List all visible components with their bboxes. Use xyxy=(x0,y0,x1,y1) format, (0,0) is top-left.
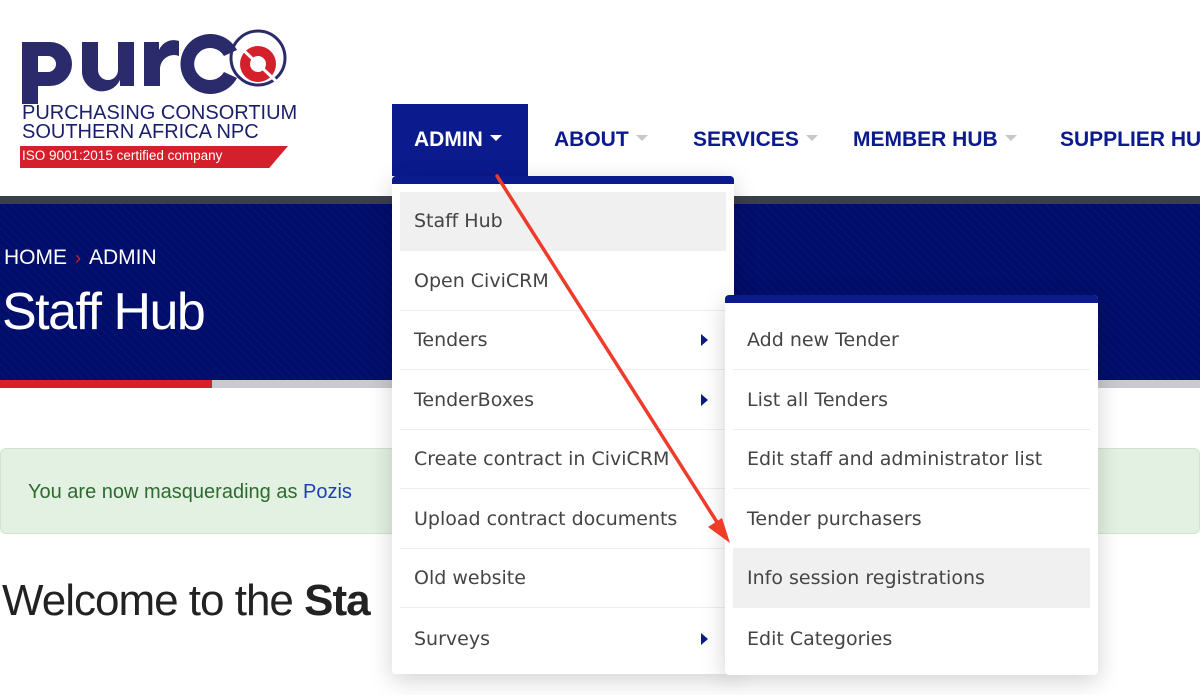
alert-message: You are now masquerading as Pozis xyxy=(28,481,352,504)
menu-item-label: Info session registrations xyxy=(747,567,985,589)
caret-down-icon xyxy=(635,135,648,141)
nav-label-supplier-hub: SUPPLIER HUB xyxy=(1060,128,1200,151)
submenu-arrow-icon xyxy=(701,394,708,406)
welcome-bold: Sta xyxy=(304,576,370,625)
menu-item-label: Tender purchasers xyxy=(747,508,922,530)
menu-item-label: Tenders xyxy=(414,329,488,351)
purco-logo[interactable]: PURCHASING CONSORTIUM SOUTHERN AFRICA NP… xyxy=(20,18,297,170)
breadcrumb-home[interactable]: HOME xyxy=(4,246,67,269)
alert-text: You are now masquerading as xyxy=(28,481,303,503)
nav-item-services[interactable]: SERVICES xyxy=(693,104,818,176)
caret-down-icon xyxy=(1004,135,1017,141)
menu-item-surveys[interactable]: Surveys xyxy=(400,609,726,668)
nav-item-member-hub[interactable]: MEMBER HUB xyxy=(853,104,1017,176)
nav-label-member-hub: MEMBER HUB xyxy=(853,128,998,151)
menu-item-label: Old website xyxy=(414,567,526,589)
menu-item-label: Edit Categories xyxy=(747,627,893,650)
nav-item-admin[interactable]: ADMIN xyxy=(392,104,528,176)
menu-item-label: List all Tenders xyxy=(747,389,889,411)
tenders-submenu: Add new Tender List all Tenders Edit sta… xyxy=(725,295,1098,675)
logo-line-2: SOUTHERN AFRICA NPC xyxy=(22,121,259,143)
welcome-prefix: Welcome to the xyxy=(2,576,305,625)
submenu-item-info-session-registrations[interactable]: Info session registrations xyxy=(733,549,1090,608)
menu-item-old-website[interactable]: Old website xyxy=(400,549,726,608)
menu-item-label: Open CiviCRM xyxy=(414,270,549,292)
nav-label-about: ABOUT xyxy=(554,128,629,151)
submenu-item-list-all-tenders[interactable]: List all Tenders xyxy=(733,371,1090,430)
menu-item-label: Add new Tender xyxy=(747,329,899,351)
menu-accent-bar xyxy=(725,295,1098,303)
hero-accent-bar xyxy=(0,380,212,388)
menu-item-open-civicrm[interactable]: Open CiviCRM xyxy=(400,252,726,311)
menu-item-label: Create contract in CiviCRM xyxy=(414,448,670,470)
menu-item-label: Surveys xyxy=(414,627,490,650)
submenu-item-edit-staff-list[interactable]: Edit staff and administrator list xyxy=(733,430,1090,489)
submenu-arrow-icon xyxy=(701,632,708,645)
submenu-item-edit-categories[interactable]: Edit Categories xyxy=(733,609,1090,668)
breadcrumb-separator-icon: › xyxy=(75,248,81,268)
welcome-heading: Welcome to the Sta xyxy=(2,576,371,626)
submenu-item-add-new-tender[interactable]: Add new Tender xyxy=(733,311,1090,370)
menu-accent-bar xyxy=(392,176,734,184)
nav-item-about[interactable]: ABOUT xyxy=(554,104,648,176)
menu-item-label: Staff Hub xyxy=(414,210,503,232)
menu-item-label: TenderBoxes xyxy=(414,389,534,411)
breadcrumb-admin[interactable]: ADMIN xyxy=(89,246,157,269)
menu-item-create-contract[interactable]: Create contract in CiviCRM xyxy=(400,430,726,489)
iso-certification-badge: ISO 9001:2015 certified company xyxy=(20,146,288,168)
nav-label-services: SERVICES xyxy=(693,128,799,151)
masquerade-user-link[interactable]: Pozis xyxy=(303,481,352,503)
nav-label-admin: ADMIN xyxy=(414,128,483,151)
menu-item-tenderboxes[interactable]: TenderBoxes xyxy=(400,371,726,430)
purco-wordmark-icon xyxy=(22,29,287,104)
caret-down-icon xyxy=(805,135,818,141)
nav-item-supplier-hub[interactable]: SUPPLIER HUB xyxy=(1060,104,1200,176)
menu-item-tenders[interactable]: Tenders xyxy=(400,311,726,370)
admin-dropdown-menu: Staff Hub Open CiviCRM Tenders TenderBox… xyxy=(392,176,734,674)
menu-item-label: Edit staff and administrator list xyxy=(747,448,1043,470)
page-title: Staff Hub xyxy=(2,283,206,341)
menu-item-staff-hub[interactable]: Staff Hub xyxy=(400,192,726,251)
caret-down-icon xyxy=(489,135,502,141)
main-navigation: ADMIN ABOUT SERVICES MEMBER HUB SUPPLIER… xyxy=(392,104,1200,176)
submenu-item-tender-purchasers[interactable]: Tender purchasers xyxy=(733,490,1090,549)
breadcrumb: HOME › ADMIN xyxy=(4,246,157,270)
submenu-arrow-icon xyxy=(701,334,708,346)
menu-item-upload-contract[interactable]: Upload contract documents xyxy=(400,490,726,549)
menu-item-label: Upload contract documents xyxy=(414,508,678,530)
